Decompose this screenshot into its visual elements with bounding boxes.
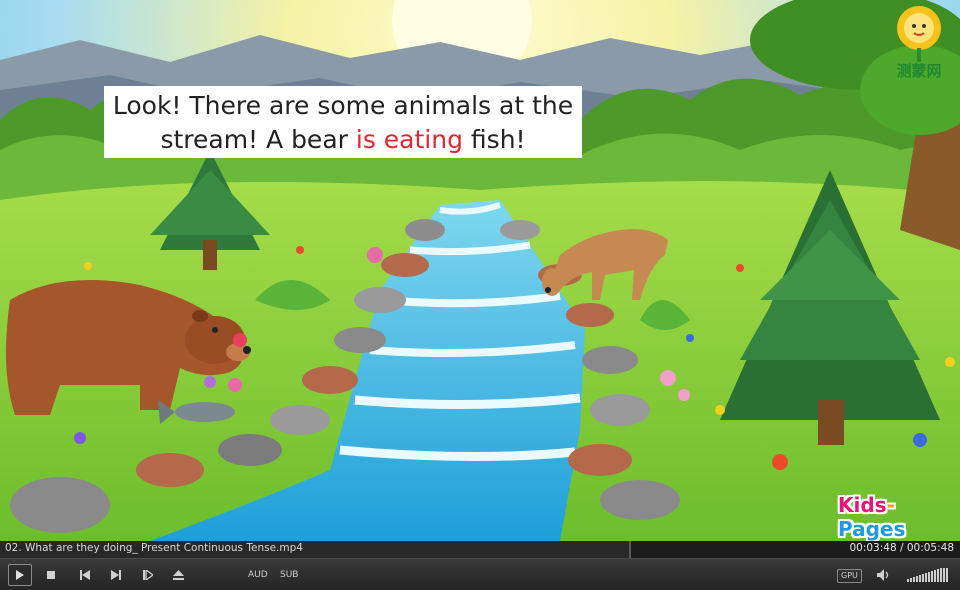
seek-bar[interactable]: 02. What are they doing_ Present Continu… <box>0 541 960 558</box>
stop-button[interactable] <box>44 565 58 585</box>
speaker-icon <box>877 569 889 581</box>
video-frame[interactable]: Look! There are some animals at the stre… <box>0 0 960 541</box>
mute-button[interactable] <box>876 565 892 585</box>
brand-dash: - <box>886 493 895 517</box>
file-name: 02. What are they doing_ Present Continu… <box>5 542 303 554</box>
stop-icon <box>47 571 55 579</box>
next-button[interactable] <box>109 565 123 585</box>
subtitle-caption: Look! There are some animals at the stre… <box>104 86 582 158</box>
play-icon <box>16 570 24 580</box>
media-player: Look! There are some animals at the stre… <box>0 0 960 590</box>
previous-button[interactable] <box>78 565 92 585</box>
eject-button[interactable] <box>171 565 185 585</box>
next-icon <box>111 570 121 580</box>
control-bar: AUD SUB GPU <box>0 558 960 590</box>
subtitle-button[interactable]: SUB <box>280 565 298 585</box>
volume-slider[interactable] <box>907 568 948 582</box>
watermark-logo: 测蒙网 <box>884 2 954 82</box>
audio-track-button[interactable]: AUD <box>248 565 268 585</box>
frame-step-icon <box>143 570 153 580</box>
gpu-toggle[interactable]: GPU <box>837 569 862 583</box>
prev-icon <box>80 570 90 580</box>
brand-part2: Pages <box>838 517 906 541</box>
sunflower-icon <box>897 6 941 62</box>
frame-step-button[interactable] <box>141 565 155 585</box>
watermark-text: 测蒙网 <box>896 62 942 80</box>
brand-logo: Kids-Pages <box>838 493 960 541</box>
caption-highlight: is eating <box>355 125 463 154</box>
brand-part1: Kids <box>838 493 887 517</box>
time-display: 00:03:48 / 00:05:48 <box>849 542 954 554</box>
play-button[interactable] <box>8 564 32 586</box>
video-scene <box>0 0 960 541</box>
caption-text-end: fish! <box>462 125 526 154</box>
eject-icon <box>172 570 184 580</box>
